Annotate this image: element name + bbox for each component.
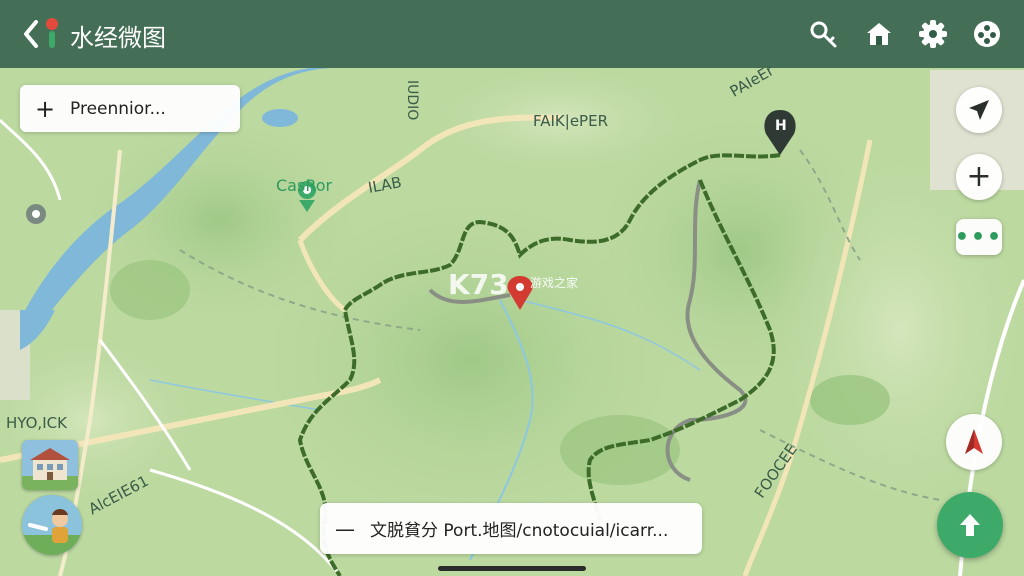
add-place-bar[interactable]: + Preennior... <box>20 85 240 132</box>
map-label: IUDIO <box>404 80 420 121</box>
up-arrow-icon <box>960 514 980 536</box>
person-avatar-icon <box>22 495 82 555</box>
route-info-bar[interactable]: — 文脱貧分 Port.地图/cnotocuial/icarr... <box>320 503 702 554</box>
start-navigation-button[interactable] <box>937 492 1003 558</box>
back-button[interactable] <box>20 14 64 54</box>
gamepad-icon <box>974 21 1000 47</box>
map-label: FAIK|ePER <box>533 112 608 130</box>
more-options-button[interactable]: ••• <box>955 219 1002 255</box>
settings-button[interactable] <box>916 17 950 51</box>
place-thumbnail[interactable] <box>22 440 78 490</box>
search-button[interactable] <box>806 17 840 51</box>
compass-icon <box>965 429 983 454</box>
map-label: CasRor <box>276 176 333 195</box>
plus-icon: + <box>34 94 56 123</box>
game-button[interactable] <box>970 17 1004 51</box>
home-icon <box>867 23 891 45</box>
home-indicator <box>438 566 586 571</box>
navigation-arrow-icon <box>969 100 989 120</box>
map-label: H <box>775 118 787 134</box>
top-app-bar: 水经微图 <box>0 0 1024 68</box>
locate-button[interactable] <box>956 87 1002 133</box>
building-icon <box>22 440 78 490</box>
home-button[interactable] <box>862 17 896 51</box>
map-label: HYO,ICK <box>6 414 67 432</box>
zoom-in-button[interactable]: + <box>956 154 1002 200</box>
add-place-label: Preennior... <box>70 98 166 119</box>
app-title: 水经微图 <box>70 24 166 52</box>
watermark-subtext: 游戏之家 <box>530 276 579 290</box>
avatar[interactable] <box>22 495 82 555</box>
search-icon <box>810 21 837 48</box>
back-arrow-icon <box>24 18 58 48</box>
zoom-in-label: + <box>966 159 992 194</box>
collapse-dash-icon: — <box>335 516 355 541</box>
settings-gear-icon <box>919 20 947 48</box>
compass-button[interactable] <box>946 414 1002 470</box>
route-info-label: 文脱貧分 Port.地图/cnotocuial/icarr... <box>370 521 669 541</box>
watermark-text: K73 <box>448 268 509 301</box>
